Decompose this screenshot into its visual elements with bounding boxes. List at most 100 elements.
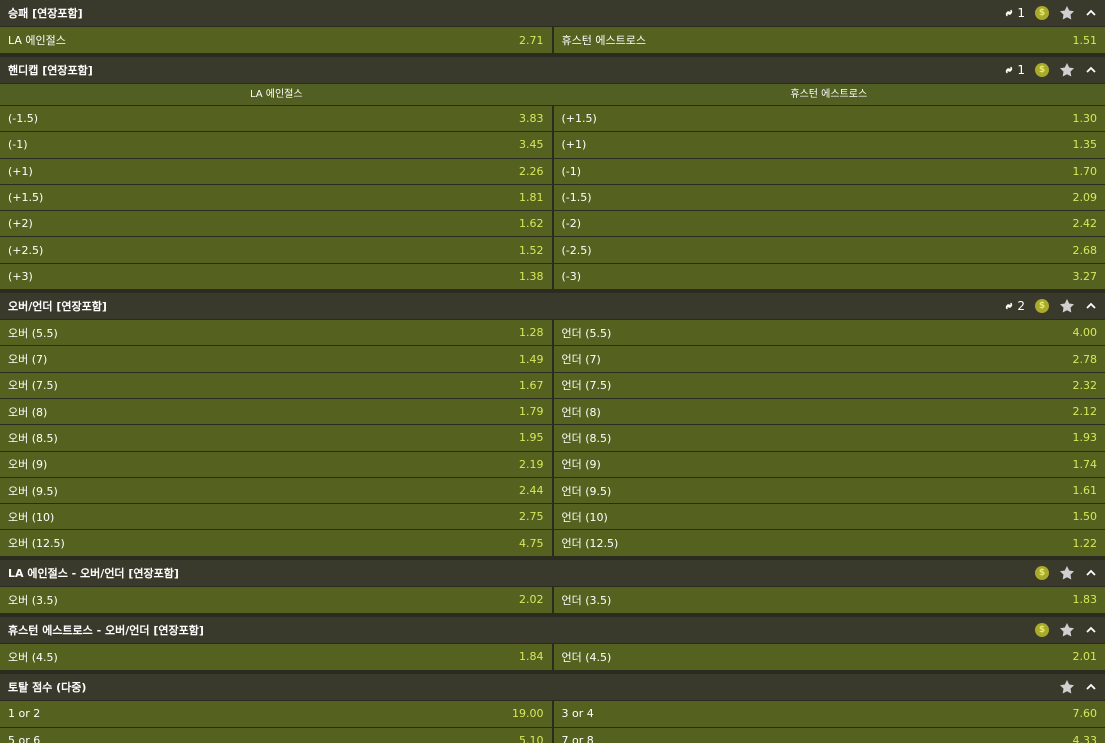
odds-cell-away[interactable]: (-3) 3.27	[553, 263, 1105, 291]
chevron-up-icon[interactable]	[1085, 567, 1097, 579]
odds-value: 1.62	[519, 217, 544, 231]
odds-cell-home[interactable]: (-1) 3.45	[0, 132, 554, 159]
odds-cell-under[interactable]: 언더 (3.5) 1.83	[553, 586, 1105, 614]
odds-cell-over[interactable]: 오버 (7) 1.49	[0, 346, 554, 373]
odds-value: 2.02	[519, 593, 544, 607]
odds-value: 1.67	[519, 378, 544, 392]
selection-label: (+2.5)	[8, 243, 44, 257]
odds-cell-under[interactable]: 언더 (7) 2.78	[553, 346, 1105, 373]
odds-cell-over[interactable]: 오버 (9.5) 2.44	[0, 477, 554, 505]
odds-cell-over[interactable]: 오버 (10) 2.75	[0, 504, 554, 531]
market-header[interactable]: 토탈 점수 (다중)	[0, 673, 1105, 701]
selection-label: 오버 (10)	[8, 510, 55, 524]
selection-label: (-1.5)	[8, 112, 39, 126]
market-header[interactable]: 휴스턴 에스트로스 - 오버/언더 [연장포함] $	[0, 616, 1105, 644]
odds-cell-away[interactable]: (-1) 1.70	[553, 158, 1105, 185]
link-icon[interactable]: 1	[1003, 63, 1025, 77]
chevron-up-icon[interactable]	[1085, 64, 1097, 76]
odds-row: (+1.5) 1.81 (-1.5) 2.09	[0, 184, 1105, 212]
selection-label: 오버 (7)	[8, 353, 48, 367]
odds-row: LA 에인절스 2.71 휴스턴 에스트로스 1.51	[0, 27, 1105, 54]
star-icon[interactable]	[1059, 565, 1075, 581]
odds-cell-over[interactable]: 오버 (9) 2.19	[0, 451, 554, 478]
odds-value: 3.83	[519, 112, 544, 126]
star-icon[interactable]	[1059, 622, 1075, 638]
coin-icon[interactable]: $	[1035, 622, 1049, 637]
market-header[interactable]: 오버/언더 [연장포함] 2 $	[0, 293, 1105, 321]
odds-cell-away[interactable]: (+1.5) 1.30	[553, 106, 1105, 133]
odds-cell-away[interactable]: (-1.5) 2.09	[553, 184, 1105, 212]
odds-cell-under[interactable]: 언더 (5.5) 4.00	[553, 320, 1105, 347]
odds-cell-under[interactable]: 언더 (9) 1.74	[553, 451, 1105, 478]
odds-cell-home[interactable]: (+2) 1.62	[0, 211, 554, 238]
selection-label: (+1)	[561, 138, 587, 152]
odds-cell-over[interactable]: 오버 (12.5) 4.75	[0, 530, 554, 557]
odds-cell-home[interactable]: LA 에인절스 2.71	[0, 27, 554, 54]
odds-cell-over[interactable]: 오버 (4.5) 1.84	[0, 643, 554, 671]
odds-cell-over[interactable]: 오버 (3.5) 2.02	[0, 586, 554, 614]
odds-cell-over[interactable]: 오버 (8.5) 1.95	[0, 425, 554, 452]
market-header[interactable]: LA 에인절스 - 오버/언더 [연장포함] $	[0, 559, 1105, 587]
coin-icon[interactable]: $	[1035, 63, 1049, 77]
selection-label: 오버 (4.5)	[8, 650, 58, 664]
odds-cell[interactable]: 1 or 2 19.00	[0, 700, 554, 728]
market-header[interactable]: 핸디캡 [연장포함] 1 $	[0, 57, 1105, 84]
odds-cell-under[interactable]: 언더 (8) 2.12	[553, 398, 1105, 426]
selection-label: 언더 (7.5)	[561, 379, 612, 393]
odds-value: 1.35	[1072, 138, 1098, 152]
chevron-up-icon[interactable]	[1085, 624, 1097, 636]
column-header-away: 휴스턴 에스트로스	[790, 89, 868, 100]
odds-cell-home[interactable]: (+1) 2.26	[0, 158, 554, 185]
odds-cell[interactable]: 7 or 8 4.33	[553, 727, 1105, 743]
odds-row: 오버 (7.5) 1.67 언더 (7.5) 2.32	[0, 372, 1105, 399]
odds-cell[interactable]: 5 or 6 5.10	[0, 727, 554, 743]
odds-cell-over[interactable]: 오버 (7.5) 1.67	[0, 372, 554, 399]
coin-icon[interactable]: $	[1035, 6, 1049, 20]
link-icon[interactable]: 1	[1003, 6, 1025, 20]
star-icon[interactable]	[1059, 5, 1075, 21]
odds-value: 2.42	[1072, 217, 1098, 231]
odds-cell-away[interactable]: 휴스턴 에스트로스 1.51	[553, 27, 1105, 54]
link-count: 1	[1017, 6, 1025, 20]
odds-cell-under[interactable]: 언더 (8.5) 1.93	[553, 425, 1105, 452]
chevron-up-icon[interactable]	[1085, 681, 1097, 693]
odds-cell-under[interactable]: 언더 (4.5) 2.01	[553, 643, 1105, 671]
link-icon[interactable]: 2	[1003, 299, 1025, 313]
coin-icon[interactable]: $	[1035, 299, 1049, 314]
odds-cell-under[interactable]: 언더 (9.5) 1.61	[553, 477, 1105, 505]
selection-label: (-1)	[561, 164, 582, 178]
odds-cell-away[interactable]: (-2) 2.42	[553, 211, 1105, 238]
odds-cell-under[interactable]: 언더 (10) 1.50	[553, 504, 1105, 531]
star-icon[interactable]	[1059, 62, 1075, 78]
selection-label: (-2)	[561, 217, 582, 231]
chevron-up-icon[interactable]	[1085, 7, 1097, 19]
market-title: 토탈 점수 (다중)	[8, 680, 87, 694]
selection-label: (+1.5)	[8, 191, 44, 205]
star-icon[interactable]	[1059, 298, 1075, 314]
odds-cell-home[interactable]: (+2.5) 1.52	[0, 237, 554, 264]
odds-cell-home[interactable]: (+3) 1.38	[0, 263, 554, 291]
odds-value: 2.19	[519, 457, 544, 471]
odds-cell-over[interactable]: 오버 (5.5) 1.28	[0, 320, 554, 347]
market-title: LA 에인절스 - 오버/언더 [연장포함]	[8, 566, 179, 580]
selection-label: 언더 (8)	[561, 405, 601, 419]
odds-value: 1.95	[519, 431, 544, 445]
market-header[interactable]: 승패 [연장포함] 1 $	[0, 0, 1105, 27]
column-headers: LA 에인절스 휴스턴 에스트로스	[0, 84, 1105, 106]
odds-value: 4.33	[1072, 734, 1098, 743]
odds-value: 1.93	[1072, 431, 1098, 445]
market-match-result: 승패 [연장포함] 1 $ LA 에인절스 2.71 휴스턴 에스트로스 1.51	[0, 0, 1105, 54]
odds-cell-away[interactable]: (-2.5) 2.68	[553, 237, 1105, 264]
odds-cell[interactable]: 3 or 4 7.60	[553, 700, 1105, 728]
coin-icon[interactable]: $	[1035, 565, 1049, 580]
odds-cell-under[interactable]: 언더 (12.5) 1.22	[553, 530, 1105, 557]
odds-cell-over[interactable]: 오버 (8) 1.79	[0, 398, 554, 426]
odds-cell-away[interactable]: (+1) 1.35	[553, 132, 1105, 159]
odds-cell-home[interactable]: (+1.5) 1.81	[0, 184, 554, 212]
star-icon[interactable]	[1059, 679, 1075, 695]
odds-row: 오버 (3.5) 2.02 언더 (3.5) 1.83	[0, 586, 1105, 614]
odds-cell-under[interactable]: 언더 (7.5) 2.32	[553, 372, 1105, 399]
odds-cell-home[interactable]: (-1.5) 3.83	[0, 106, 554, 133]
chevron-up-icon[interactable]	[1085, 300, 1097, 312]
selection-label: 언더 (4.5)	[561, 650, 612, 664]
